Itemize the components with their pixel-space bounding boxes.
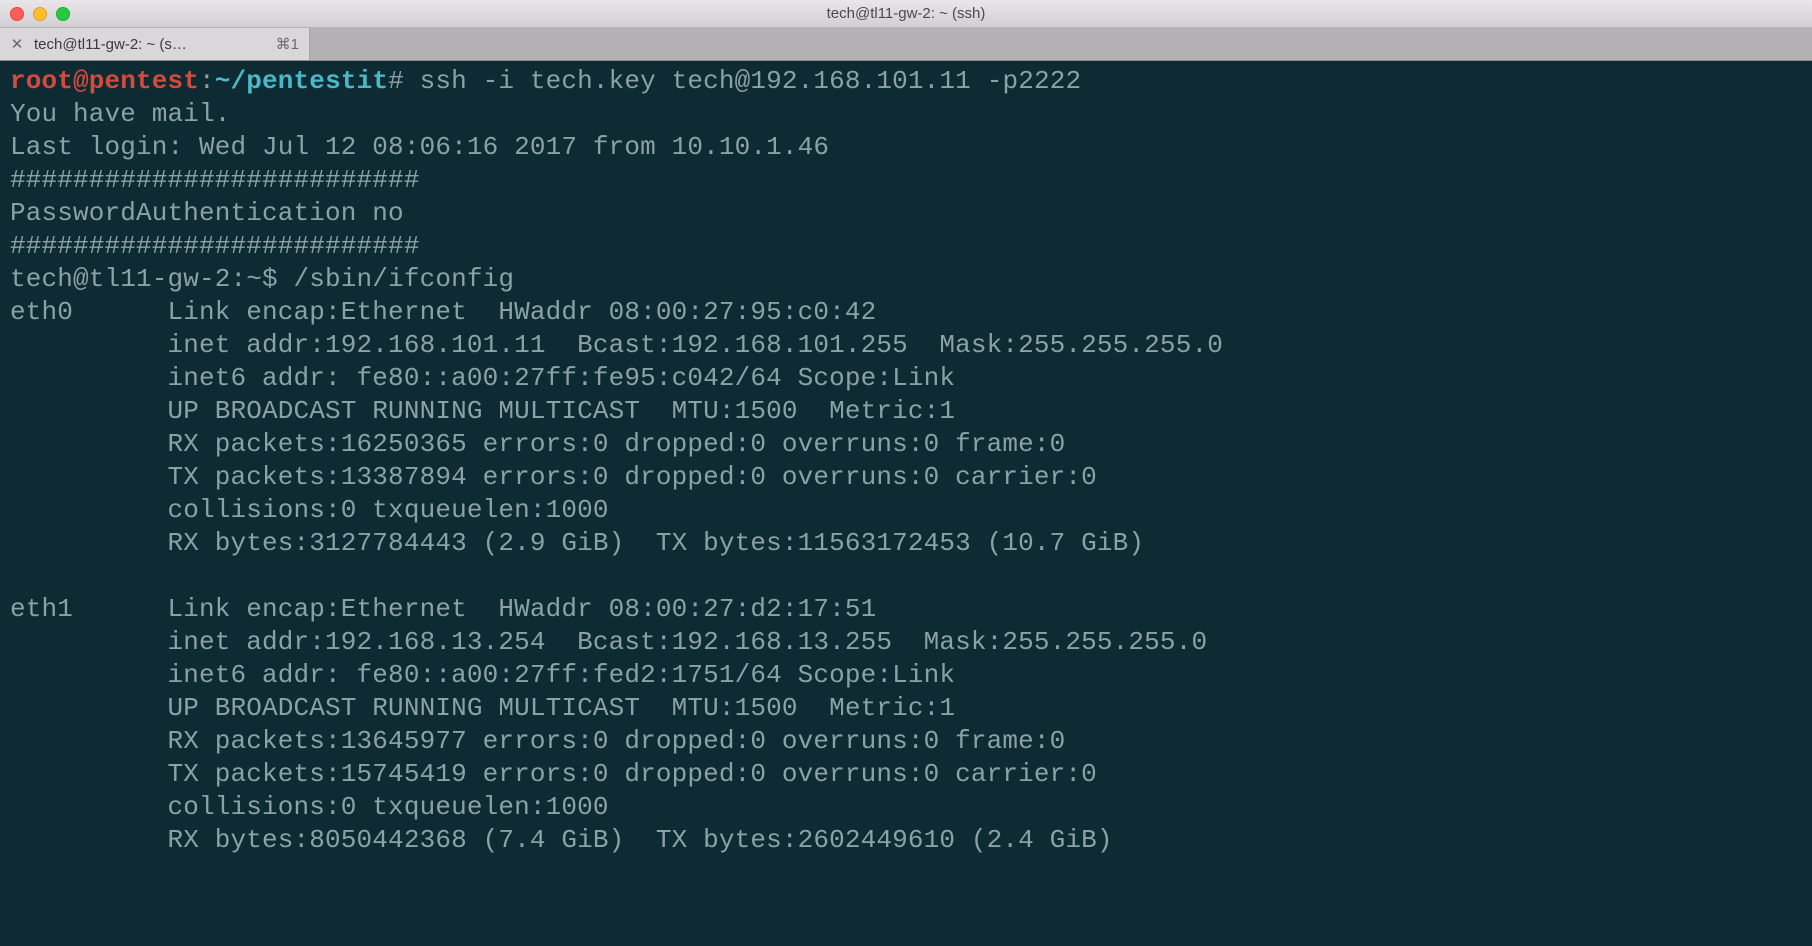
tab-label: tech@tl11-gw-2: ~ (s… — [34, 36, 187, 53]
close-tab-icon[interactable]: ✕ — [10, 35, 24, 53]
tab-shortcut: ⌘1 — [276, 35, 299, 53]
output-line: RX packets:16250365 errors:0 dropped:0 o… — [10, 429, 1065, 459]
output-line: tech@tl11-gw-2:~$ /sbin/ifconfig — [10, 264, 514, 294]
output-line: UP BROADCAST RUNNING MULTICAST MTU:1500 … — [10, 396, 955, 426]
tab-ssh-session[interactable]: ✕ tech@tl11-gw-2: ~ (s… ⌘1 — [0, 28, 310, 60]
output-line: RX packets:13645977 errors:0 dropped:0 o… — [10, 726, 1065, 756]
output-line: RX bytes:3127784443 (2.9 GiB) TX bytes:1… — [10, 528, 1144, 558]
terminal-window: tech@tl11-gw-2: ~ (ssh) ✕ tech@tl11-gw-2… — [0, 0, 1812, 946]
output-line: inet6 addr: fe80::a00:27ff:fe95:c042/64 … — [10, 363, 955, 393]
output-line: eth0 Link encap:Ethernet HWaddr 08:00:27… — [10, 297, 876, 327]
prompt-sep: : — [199, 66, 215, 96]
titlebar[interactable]: tech@tl11-gw-2: ~ (ssh) — [0, 0, 1812, 28]
output-line: ########################## — [10, 165, 420, 195]
tabbar: ✕ tech@tl11-gw-2: ~ (s… ⌘1 — [0, 28, 1812, 61]
output-line: ########################## — [10, 231, 420, 261]
window-title: tech@tl11-gw-2: ~ (ssh) — [0, 5, 1812, 22]
output-line: You have mail. — [10, 99, 231, 129]
output-line: inet addr:192.168.13.254 Bcast:192.168.1… — [10, 627, 1207, 657]
output-line: inet addr:192.168.101.11 Bcast:192.168.1… — [10, 330, 1223, 360]
prompt-user: root@pentest — [10, 66, 199, 96]
output-line: PasswordAuthentication no — [10, 198, 404, 228]
output-line: collisions:0 txqueuelen:1000 — [10, 792, 609, 822]
output-line: RX bytes:8050442368 (7.4 GiB) TX bytes:2… — [10, 825, 1113, 855]
output-line: inet6 addr: fe80::a00:27ff:fed2:1751/64 … — [10, 660, 955, 690]
prompt-command: ssh -i tech.key tech@192.168.101.11 -p22… — [404, 66, 1081, 96]
prompt-hash: # — [388, 66, 404, 96]
output-line: collisions:0 txqueuelen:1000 — [10, 495, 609, 525]
prompt-path: ~/pentestit — [215, 66, 388, 96]
output-line: eth1 Link encap:Ethernet HWaddr 08:00:27… — [10, 594, 876, 624]
terminal-viewport[interactable]: root@pentest:~/pentestit# ssh -i tech.ke… — [0, 61, 1812, 946]
output-line: Last login: Wed Jul 12 08:06:16 2017 fro… — [10, 132, 829, 162]
output-line: UP BROADCAST RUNNING MULTICAST MTU:1500 … — [10, 693, 955, 723]
output-line: TX packets:15745419 errors:0 dropped:0 o… — [10, 759, 1097, 789]
output-line: TX packets:13387894 errors:0 dropped:0 o… — [10, 462, 1097, 492]
